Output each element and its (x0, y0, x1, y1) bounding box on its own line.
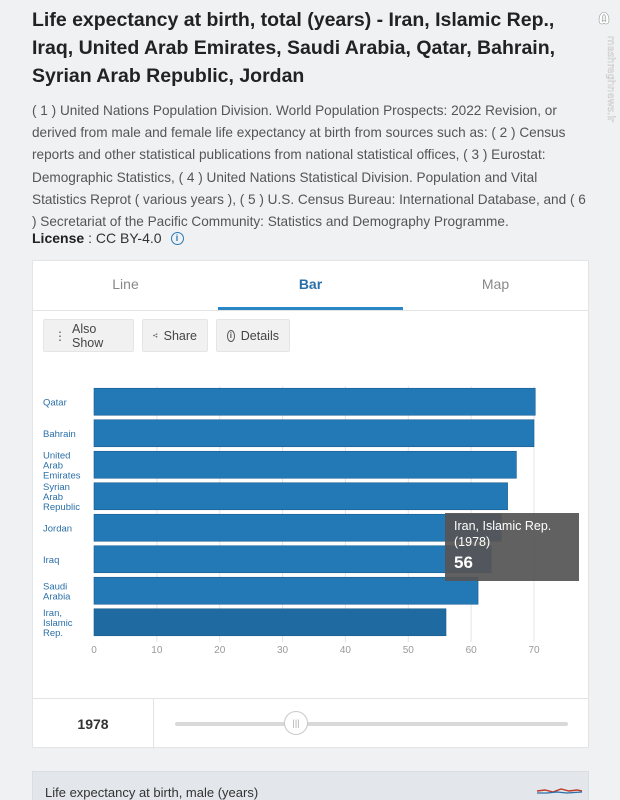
tab-bar[interactable]: Bar (218, 261, 403, 310)
category-label: Qatar (43, 397, 67, 408)
source-description: ( 1 ) United Nations Population Division… (32, 103, 586, 230)
year-slider-row: 1978 ||| (33, 698, 588, 749)
related-indicator-title: Life expectancy at birth, male (years) (45, 785, 259, 800)
category-label: Iraq (43, 555, 59, 566)
view-tabs: Line Bar Map (33, 261, 588, 311)
tooltip-year: (1978) (454, 535, 491, 549)
watermark-text: mashreghnews.ir (605, 36, 616, 123)
chart-card: Line Bar Map ⋮ Also Show Share i Details… (32, 260, 589, 749)
mini-chart-icon (537, 788, 582, 794)
category-label: Jordan (43, 523, 72, 534)
info-icon[interactable]: i (170, 231, 184, 245)
x-tick-label: 0 (91, 645, 97, 656)
info-circle-icon: i (227, 329, 235, 342)
category-label: Republic (43, 502, 80, 513)
year-slider-track[interactable] (175, 722, 568, 726)
share-icon (153, 333, 158, 338)
details-button[interactable]: i Details (216, 319, 290, 352)
bar[interactable] (93, 419, 535, 448)
also-show-button[interactable]: ⋮ Also Show (43, 319, 134, 352)
x-tick-label: 10 (151, 645, 163, 656)
watermark-mark: ۵ (599, 8, 610, 29)
license-label: License (32, 230, 85, 246)
x-tick-label: 50 (403, 645, 415, 656)
bar[interactable] (93, 482, 508, 511)
chart-tooltip: Iran, Islamic Rep. (1978) 56 (445, 513, 579, 581)
category-label: Arabia (43, 591, 71, 602)
bar[interactable] (93, 513, 502, 542)
x-tick-label: 70 (528, 645, 540, 656)
tab-line[interactable]: Line (33, 261, 218, 310)
bar[interactable] (93, 608, 447, 637)
selected-year: 1978 (33, 699, 154, 749)
share-button[interactable]: Share (142, 319, 208, 352)
bar[interactable] (93, 545, 492, 574)
bar[interactable] (93, 387, 536, 416)
details-label: Details (240, 328, 279, 343)
watermark: ۵ mashreghnews.ir (598, 8, 616, 123)
license-value: : CC BY-4.0 (88, 230, 162, 246)
year-slider-handle[interactable]: ||| (284, 711, 308, 735)
page-title: Life expectancy at birth, total (years) … (32, 9, 556, 87)
share-label: Share (163, 328, 197, 343)
more-vertical-icon: ⋮ (54, 328, 66, 343)
x-tick-label: 30 (277, 645, 289, 656)
x-tick-label: 20 (214, 645, 226, 656)
x-tick-label: 40 (340, 645, 352, 656)
bar[interactable] (93, 450, 517, 479)
related-indicator-card[interactable]: Life expectancy at birth, male (years) (32, 771, 589, 800)
bar[interactable] (93, 576, 479, 605)
category-label: Emirates (43, 470, 81, 481)
category-label: Rep. (43, 628, 63, 639)
license-line: License : CC BY-4.0 i (32, 230, 184, 246)
tooltip-country: Iran, Islamic Rep. (454, 519, 552, 533)
category-label: Bahrain (43, 429, 76, 440)
x-tick-label: 60 (466, 645, 478, 656)
tooltip-value: 56 (454, 553, 473, 572)
also-show-label: Also Show (72, 321, 104, 350)
tab-map[interactable]: Map (403, 261, 588, 310)
